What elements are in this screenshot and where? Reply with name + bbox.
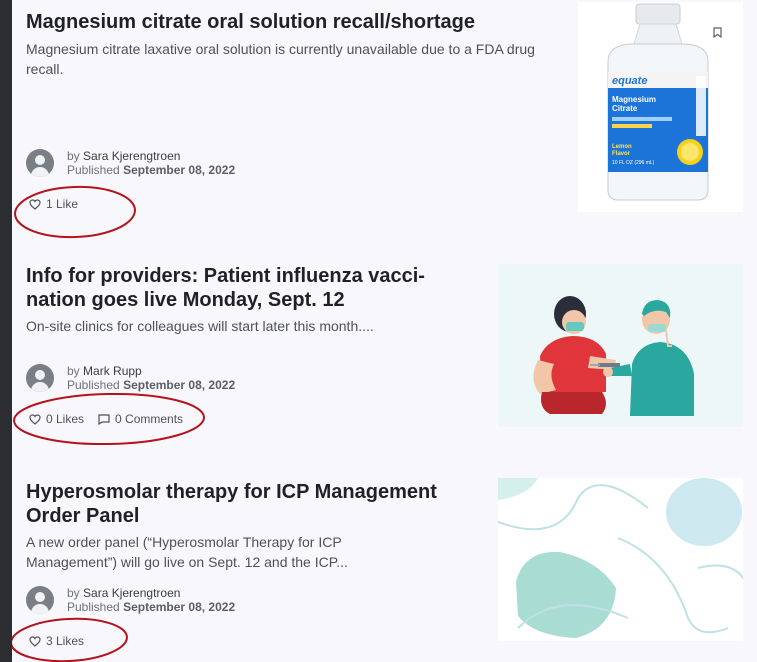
published-prefix: Published [67, 378, 120, 392]
engagement-stats: 0 Likes 0 Comments [29, 412, 197, 426]
avatar [26, 149, 54, 177]
bookmark-icon[interactable] [713, 27, 722, 38]
article-summary-line-2: Management”) will go live on Sept. 12 an… [26, 554, 348, 570]
bottle-brand: equate [612, 75, 647, 87]
like-count: 3 Likes [46, 634, 85, 648]
article-card-3: Hyperosmolar therapy for ICP Management … [12, 440, 757, 662]
bottle-line2: Citrate [612, 104, 638, 113]
abstract-teal-shapes-image[interactable] [498, 478, 743, 641]
like-button[interactable]: 3 Likes [29, 634, 84, 648]
publish-date: September 08, 2022 [123, 378, 236, 392]
engagement-stats: 1 Like [29, 197, 92, 211]
heart-icon [29, 198, 41, 210]
comment-count: 0 Comments [115, 412, 184, 426]
bottle-flavor-line1: Lemon [612, 144, 632, 150]
article-summary: A new order panel (“Hyperosmolar Therapy… [26, 532, 496, 572]
publish-date: September 08, 2022 [123, 163, 236, 177]
engagement-stats: 3 Likes [29, 634, 98, 648]
comment-icon [98, 413, 110, 425]
published-prefix: Published [67, 600, 120, 614]
heart-icon [29, 413, 41, 425]
author-name[interactable]: Sara Kjerengtroen [83, 149, 180, 163]
author-name[interactable]: Mark Rupp [83, 364, 142, 378]
like-button[interactable]: 0 Likes [29, 412, 84, 426]
article-card-1: Magnesium citrate oral solution recall/s… [12, 0, 757, 240]
bottle-volume: 10 FL OZ (296 mL) [612, 160, 655, 166]
like-button[interactable]: 1 Like [29, 197, 78, 211]
bottle-line1: Magnesium [612, 95, 656, 104]
article-title-line-1: Info for providers: Patient influenza va… [26, 265, 425, 287]
like-count: 1 Like [46, 197, 79, 211]
article-summary-line-1: A new order panel (“Hyperosmolar Therapy… [26, 534, 342, 550]
by-prefix: by [67, 364, 80, 378]
author-info: by Sara Kjerengtroen Published September… [26, 149, 235, 177]
avatar [26, 586, 54, 614]
heart-icon [29, 635, 41, 647]
like-count: 0 Likes [46, 412, 85, 426]
article-title-line-2: Order Panel [26, 505, 140, 527]
article-summary: On-site clinics for colleagues will star… [26, 318, 374, 334]
comment-button[interactable]: 0 Comments [98, 412, 183, 426]
author-name[interactable]: Sara Kjerengtroen [83, 586, 180, 600]
article-title-line-2: nation goes live Monday, Sept. 12 [26, 289, 345, 311]
article-title[interactable]: Magnesium citrate oral solution recall/s… [26, 10, 475, 34]
publish-date: September 08, 2022 [123, 600, 236, 614]
by-prefix: by [67, 586, 80, 600]
article-title-line-1: Hyperosmolar therapy for ICP Management [26, 481, 437, 503]
article-title[interactable]: Hyperosmolar therapy for ICP Management … [26, 480, 496, 528]
published-prefix: Published [67, 163, 120, 177]
author-info: by Mark Rupp Published September 08, 202… [26, 364, 235, 392]
bottle-flavor-line2: Flavor [612, 151, 631, 157]
author-info: by Sara Kjerengtroen Published September… [26, 586, 235, 614]
vaccination-illustration-image[interactable] [498, 264, 743, 427]
avatar [26, 364, 54, 392]
article-card-2: Info for providers: Patient influenza va… [12, 240, 757, 440]
article-feed: Magnesium citrate oral solution recall/s… [12, 0, 757, 662]
by-prefix: by [67, 149, 80, 163]
article-summary: Magnesium citrate laxative oral solution… [26, 41, 535, 77]
article-title[interactable]: Info for providers: Patient influenza va… [26, 264, 496, 312]
